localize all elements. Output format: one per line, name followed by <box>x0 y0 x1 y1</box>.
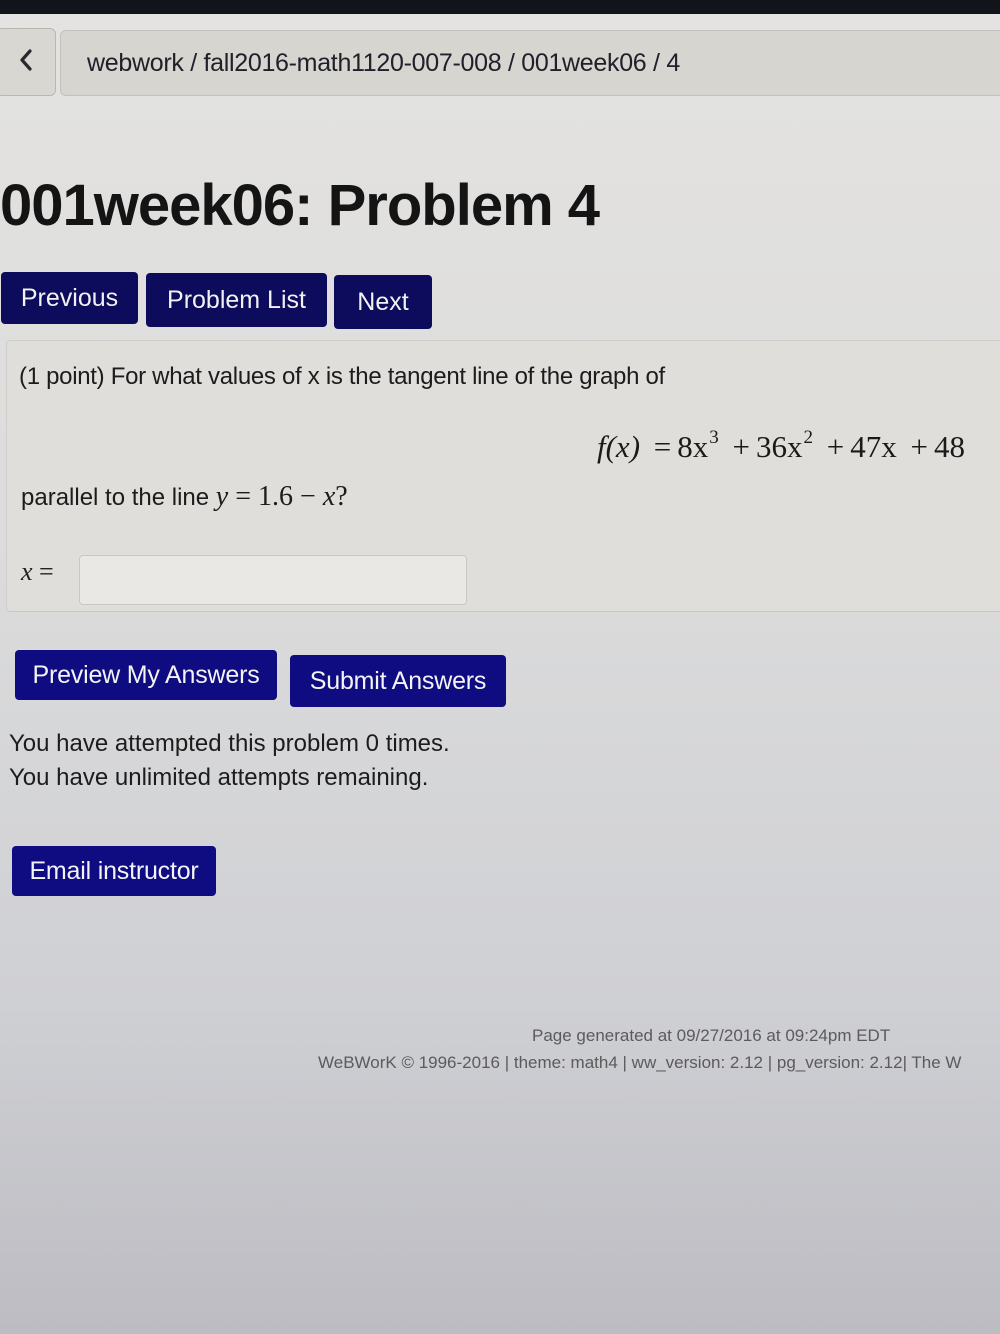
breadcrumb-path: webwork / fall2016-math1120-007-008 / 00… <box>87 48 680 77</box>
parallel-line-text: parallel to the line y = 1.6 − x? <box>21 481 348 513</box>
formula-term2-exp: 2 <box>803 427 814 448</box>
formula-term4: 48 <box>933 429 965 464</box>
email-instructor-button[interactable]: Email instructor <box>12 846 216 896</box>
formula-equals: = <box>653 429 672 464</box>
function-formula: f(x) = 8x3 +36x2 +47x +48 <box>597 427 965 465</box>
problem-list-button[interactable]: Problem List <box>146 273 327 327</box>
line-eq-x: x <box>322 481 336 512</box>
parallel-prefix: parallel to the line <box>21 484 216 511</box>
answer-label-eq: = <box>32 557 54 586</box>
chevron-left-icon <box>18 48 34 76</box>
formula-term3: 47x <box>850 429 897 464</box>
answer-label: x = <box>21 557 54 587</box>
footer-version-info: WeBWorK © 1996-2016 | theme: math4 | ww_… <box>318 1053 962 1072</box>
formula-term2: 36x <box>756 429 803 464</box>
line-eq-rest: = 1.6 − <box>228 481 323 512</box>
formula-lhs: f(x) <box>597 429 641 464</box>
attempts-status: You have attempted this problem 0 times.… <box>9 727 450 795</box>
screen-bezel <box>0 0 1000 14</box>
line-eq-y: y <box>215 481 229 512</box>
footer-generated-time: Page generated at 09/27/2016 at 09:24pm … <box>532 1026 891 1045</box>
problem-panel: (1 point) For what values of x is the ta… <box>6 340 1000 612</box>
answer-input[interactable] <box>79 555 467 605</box>
breadcrumb-bar: webwork / fall2016-math1120-007-008 / 00… <box>0 24 1000 100</box>
problem-intro: (1 point) For what values of x is the ta… <box>19 363 665 390</box>
next-button[interactable]: Next <box>334 275 432 329</box>
back-button[interactable] <box>0 28 56 96</box>
breadcrumb: webwork / fall2016-math1120-007-008 / 00… <box>60 30 1000 96</box>
attempts-count-text: You have attempted this problem 0 times. <box>9 730 450 757</box>
formula-term1-exp: 3 <box>709 427 719 448</box>
line-eq-suffix: ? <box>335 481 348 512</box>
formula-plus1: + <box>732 429 750 464</box>
formula-term1: 8x <box>677 429 709 464</box>
page-title: 001week06: Problem 4 <box>0 173 600 238</box>
submit-answers-button[interactable]: Submit Answers <box>290 655 506 707</box>
formula-plus2: + <box>826 429 845 464</box>
preview-answers-button[interactable]: Preview My Answers <box>15 650 277 700</box>
attempts-remaining-text: You have unlimited attempts remaining. <box>9 764 429 791</box>
formula-plus3: + <box>910 429 928 464</box>
previous-button[interactable]: Previous <box>1 272 138 324</box>
line-equation: y = 1.6 − x? <box>216 481 348 512</box>
answer-label-var: x <box>21 557 33 586</box>
